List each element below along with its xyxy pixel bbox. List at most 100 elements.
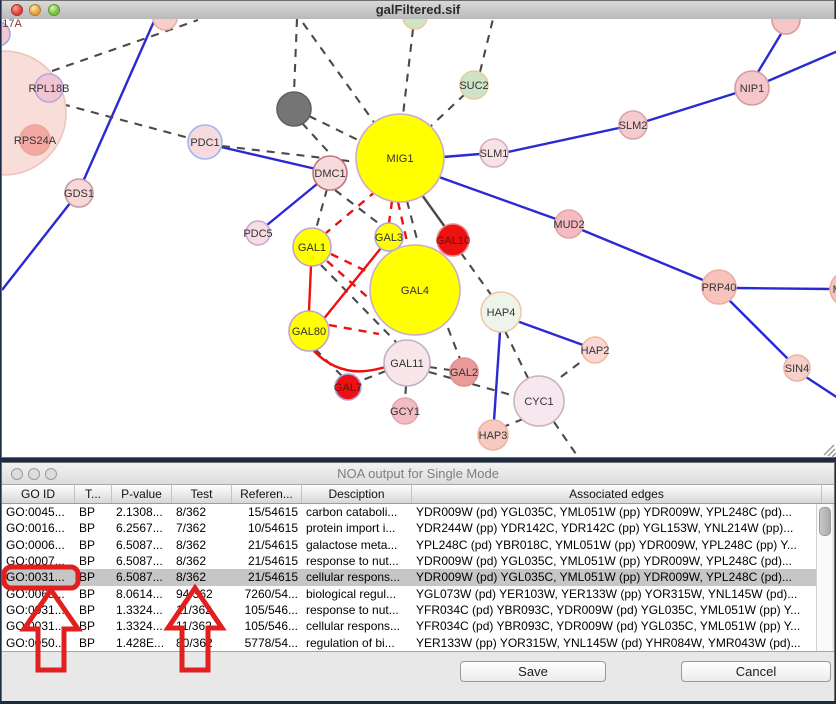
- table-row-0[interactable]: GO:0045...BP2.1308...8/36215/54615carbon…: [2, 504, 819, 520]
- edge[interactable]: [52, 20, 198, 71]
- edge[interactable]: [494, 332, 500, 421]
- cell: 8/362: [172, 504, 232, 520]
- cell: BP: [75, 586, 112, 602]
- edge[interactable]: [407, 201, 419, 247]
- node-label-GAL4: GAL4: [401, 285, 429, 297]
- table-row-5[interactable]: GO:0065...BP8.0614...94/3627260/54...bio…: [2, 586, 819, 602]
- node-top-green[interactable]: [403, 19, 427, 29]
- edge[interactable]: [389, 201, 392, 223]
- edge[interactable]: [505, 331, 528, 378]
- resize-grip-icon[interactable]: [824, 445, 836, 457]
- edge[interactable]: [316, 189, 327, 229]
- node-label-PDC5: PDC5: [243, 228, 272, 240]
- column-header-3[interactable]: Test: [172, 485, 232, 503]
- table-row-7[interactable]: GO:0031...BP1.3324...11/362105/546...cel…: [2, 618, 819, 634]
- edge[interactable]: [729, 300, 789, 360]
- edge[interactable]: [331, 254, 370, 273]
- cell: YPL248C (pd) YBR018C, YML051W (pp) YDR00…: [412, 537, 820, 553]
- node-label-RPL18B: RPL18B: [29, 83, 70, 95]
- edge[interactable]: [448, 328, 460, 359]
- edge[interactable]: [461, 253, 492, 296]
- column-header-2[interactable]: P-value: [112, 485, 172, 503]
- scrollbar-thumb[interactable]: [819, 507, 831, 536]
- edge[interactable]: [309, 266, 311, 311]
- node-label-SUC2: SUC2: [459, 80, 488, 92]
- edge[interactable]: [78, 19, 155, 193]
- table-row-4[interactable]: GO:0031...BP6.5087...8/36221/54615cellul…: [2, 569, 819, 585]
- edge[interactable]: [554, 422, 576, 454]
- cell: response to nut...: [302, 553, 412, 569]
- column-header-6[interactable]: Associated edges: [412, 485, 822, 503]
- dialog-footer: Save Cancel: [2, 651, 834, 701]
- graph-window-titlebar[interactable]: galFiltered.sif: [2, 1, 834, 20]
- cell: regulation of bi...: [302, 635, 412, 651]
- edge[interactable]: [439, 177, 556, 219]
- node-top-right[interactable]: [772, 19, 800, 34]
- edge[interactable]: [431, 94, 465, 126]
- node-label-SLM2: SLM2: [619, 120, 648, 132]
- network-canvas[interactable]: 17ARPL18BRPS24AGDS1PDC1DMC1MIG1SUC2SLM1S…: [2, 19, 836, 457]
- column-header-4[interactable]: Referen...: [232, 485, 302, 503]
- edge[interactable]: [503, 419, 523, 427]
- edge[interactable]: [62, 104, 189, 138]
- edge[interactable]: [309, 116, 358, 140]
- cell: BP: [75, 553, 112, 569]
- edge[interactable]: [758, 34, 781, 72]
- edge[interactable]: [326, 191, 376, 233]
- edge[interactable]: [806, 377, 836, 398]
- edge[interactable]: [647, 93, 736, 121]
- node-label-GDS1: GDS1: [64, 188, 94, 200]
- cell: galactose meta...: [302, 537, 412, 553]
- network-graph: 17ARPL18BRPS24AGDS1PDC1DMC1MIG1SUC2SLM1S…: [2, 19, 836, 457]
- edge[interactable]: [508, 128, 619, 152]
- save-button[interactable]: Save: [460, 661, 606, 682]
- edge[interactable]: [267, 184, 317, 225]
- node-label-GAL10: GAL10: [436, 235, 470, 247]
- node-gray-node[interactable]: [277, 92, 311, 126]
- column-header-0[interactable]: GO ID: [2, 485, 75, 503]
- cell: 80/362: [172, 635, 232, 651]
- edge[interactable]: [514, 320, 583, 345]
- node-label-GCY1: GCY1: [390, 406, 420, 418]
- noa-window-titlebar[interactable]: NOA output for Single Mode: [2, 463, 834, 485]
- node-label-GAL80: GAL80: [292, 326, 326, 338]
- edge[interactable]: [303, 23, 376, 125]
- vertical-scrollbar[interactable]: [816, 504, 832, 651]
- edge[interactable]: [294, 19, 297, 92]
- column-header-5[interactable]: Desciption: [302, 485, 412, 503]
- cell: 15/54615: [232, 504, 302, 520]
- edge[interactable]: [429, 367, 450, 370]
- edge[interactable]: [313, 350, 385, 371]
- edge[interactable]: [360, 371, 386, 381]
- cell: GO:0031...: [2, 569, 75, 585]
- column-header-1[interactable]: T...: [75, 485, 112, 503]
- cell: 7260/54...: [232, 586, 302, 602]
- table-row-6[interactable]: GO:0031...BP1.3324...11/362105/546...res…: [2, 602, 819, 618]
- table-row-2[interactable]: GO:0006...BP6.5087...8/36221/54615galact…: [2, 537, 819, 553]
- table-row-8[interactable]: GO:0050...BP1.428E...80/3625778/54...reg…: [2, 635, 819, 651]
- edge[interactable]: [302, 123, 333, 157]
- node-top-1[interactable]: [153, 19, 177, 30]
- table-row-3[interactable]: GO:0007...BP6.5087...8/36221/54615respon…: [2, 553, 819, 569]
- edge[interactable]: [221, 147, 316, 169]
- edge[interactable]: [405, 386, 406, 399]
- node-label-GAL11: GAL11: [390, 358, 423, 370]
- cell: 5778/54...: [232, 635, 302, 651]
- edge[interactable]: [443, 154, 480, 157]
- edge[interactable]: [582, 230, 703, 280]
- cell: YDR009W (pd) YGL035C, YML051W (pp) YDR00…: [412, 504, 820, 520]
- edge[interactable]: [768, 51, 836, 81]
- edge[interactable]: [422, 195, 445, 227]
- edge[interactable]: [329, 325, 379, 334]
- results-table: GO:0045...BP2.1308...8/36215/54615carbon…: [2, 504, 820, 651]
- table-row-1[interactable]: GO:0016...BP6.2567...7/36210/54615protei…: [2, 520, 819, 536]
- edge[interactable]: [736, 288, 831, 289]
- cell: 8.0614...: [112, 586, 172, 602]
- node-label-NIP1: NIP1: [740, 83, 764, 95]
- edge[interactable]: [2, 193, 78, 290]
- cancel-button[interactable]: Cancel: [681, 661, 831, 682]
- edge[interactable]: [403, 29, 413, 115]
- cell: GO:0016...: [2, 520, 75, 536]
- edge[interactable]: [480, 19, 493, 72]
- cell: BP: [75, 635, 112, 651]
